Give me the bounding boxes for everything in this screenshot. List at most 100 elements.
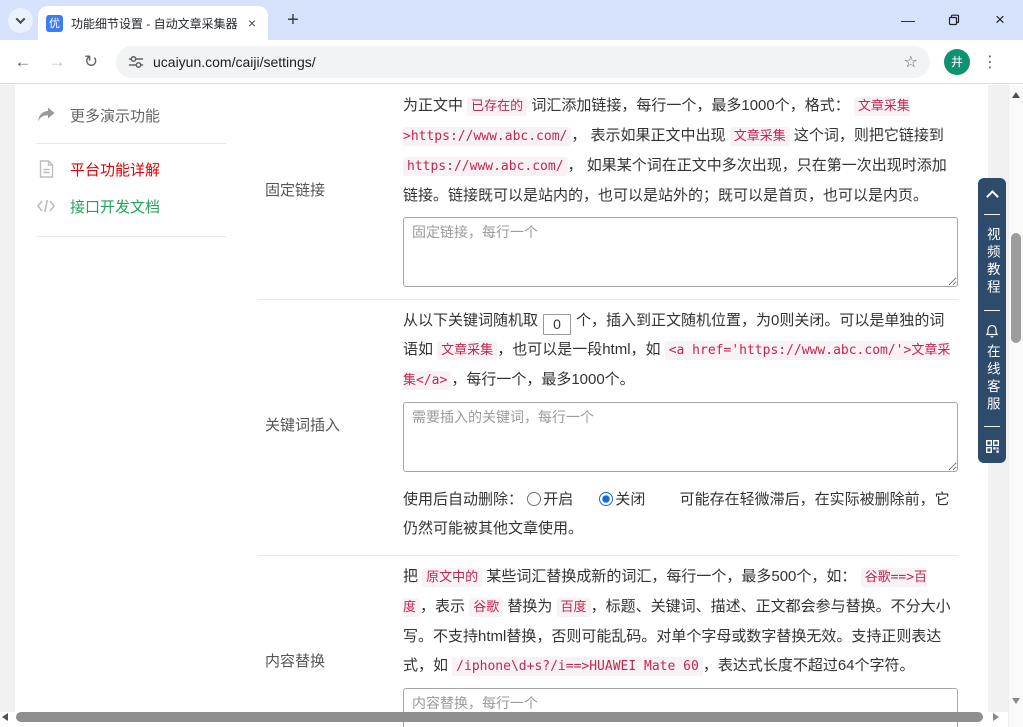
tab-title: 功能细节设置 - 自动文章采集器	[71, 16, 238, 31]
description-text: 词汇添加链接，每行一个，最多1000个，格式：	[527, 97, 854, 114]
chevron-up-icon	[985, 190, 999, 203]
description-text: ，每行一个，最多1000个。	[451, 371, 635, 388]
browser-menu-icon[interactable]: ⋮	[980, 52, 1000, 72]
page-content: 更多演示功能 平台功能详解 接口开发文档 固定链接 为正文中 已存在的 词汇添加…	[0, 85, 1023, 727]
highlighted-code-text: 原文中的	[422, 568, 483, 587]
sidebar-item-api-docs[interactable]: 接口开发文档	[36, 194, 226, 218]
profile-avatar[interactable]: 井	[944, 48, 970, 75]
description-text: 这个词，则把它链接到	[789, 127, 944, 144]
radio-option-enable[interactable]: 开启	[527, 491, 577, 508]
back-button[interactable]: ←	[10, 52, 36, 72]
fixed-links-textarea[interactable]	[403, 217, 958, 287]
highlighted-code-text: 文章采集	[729, 127, 790, 146]
online-service-label: 在线客服	[984, 343, 1000, 414]
site-favicon: 优	[46, 14, 63, 32]
radio-option-disable[interactable]: 关闭	[599, 491, 649, 508]
tab-close-icon[interactable]: ×	[244, 15, 260, 31]
qrcode-icon	[985, 439, 999, 453]
auto-delete-label: 使用后自动删除：	[403, 491, 524, 508]
horizontal-scrollbar[interactable]	[0, 712, 1008, 722]
scroll-up-arrow[interactable]	[1012, 92, 1020, 98]
radio-on-icon[interactable]	[599, 492, 614, 506]
highlighted-code-text: 谷歌	[469, 598, 504, 617]
bookmark-star-icon[interactable]: ☆	[904, 52, 918, 72]
description-text: ， 表示如果正文中出现	[571, 127, 730, 144]
scroll-right-arrow[interactable]	[993, 713, 999, 721]
sidebar-divider	[36, 143, 226, 144]
sidebar-item-more-demos[interactable]: 更多演示功能	[36, 103, 226, 127]
radio-off-icon[interactable]	[527, 492, 542, 506]
panel-divider	[984, 426, 1000, 428]
scroll-left-arrow[interactable]	[2, 713, 8, 721]
description-text: ，表示	[420, 598, 470, 615]
browser-titlebar: 优 功能细节设置 - 自动文章采集器 × + — ×	[0, 0, 1023, 40]
radio-label[interactable]: 关闭	[615, 491, 645, 508]
url-text[interactable]: ucaiyun.com/caiji/settings/	[153, 54, 904, 70]
scroll-down-arrow[interactable]	[1012, 698, 1020, 704]
section-keyword-insert: 关键词插入 从以下关键词随机取个，插入到正文随机位置，为0则关闭。可以是单独的词…	[258, 300, 958, 556]
back-to-top-button[interactable]	[985, 190, 999, 203]
document-icon	[36, 160, 56, 178]
section-content-replace: 内容替换 把 原文中的 某些词汇替换成新的词汇，每行一个，最多500个，如： 谷…	[258, 556, 958, 727]
online-service-button[interactable]: 在线客服	[984, 324, 1000, 414]
forward-button: →	[48, 51, 66, 71]
description-text: 为正文中	[403, 97, 468, 114]
panel-divider	[984, 213, 1000, 215]
sidebar-item-label: 接口开发文档	[70, 198, 161, 216]
sidebar-item-platform-features[interactable]: 平台功能详解	[36, 157, 226, 181]
keyword-count-input[interactable]	[543, 313, 572, 335]
section-content: 把 原文中的 某些词汇替换成新的词汇，每行一个，最多500个，如： 谷歌==>百…	[403, 562, 958, 727]
sidebar-item-label: 平台功能详解	[70, 161, 161, 179]
radio-label[interactable]: 开启	[543, 491, 573, 508]
vertical-scrollbar[interactable]	[1008, 85, 1023, 727]
settings-form: 固定链接 为正文中 已存在的 词汇添加链接，每行一个，最多1000个，格式： 文…	[258, 85, 958, 727]
browser-toolbar: ← → ↻ ucaiyun.com/caiji/settings/ ☆ 井 ⋮	[0, 40, 1023, 84]
section-description: 把 原文中的 某些词汇替换成新的词汇，每行一个，最多500个，如： 谷歌==>百…	[403, 562, 958, 681]
section-content: 从以下关键词随机取个，插入到正文随机位置，为0则关闭。可以是单独的词语如 文章采…	[403, 306, 958, 543]
sidebar-item-label: 更多演示功能	[70, 107, 161, 125]
floating-side-panel: 视频教程 在线客服	[978, 178, 1006, 463]
address-bar[interactable]: ucaiyun.com/caiji/settings/ ☆	[116, 45, 930, 78]
section-description: 从以下关键词随机取个，插入到正文随机位置，为0则关闭。可以是单独的词语如 文章采…	[403, 306, 958, 395]
share-arrow-icon	[36, 107, 56, 123]
window-controls: — ×	[885, 0, 1023, 40]
vertical-scrollbar-thumb[interactable]	[1011, 233, 1021, 343]
section-content: 为正文中 已存在的 词汇添加链接，每行一个，最多1000个，格式： 文章采集>h…	[403, 91, 958, 287]
tab-search-button[interactable]	[8, 8, 33, 33]
auto-delete-row: 使用后自动删除： 开启 关闭 可能存在轻微滞后，在实际被删除前，它仍然可能被其他…	[403, 485, 958, 543]
video-tutorial-button[interactable]: 视频教程	[984, 227, 1000, 298]
highlighted-code-text: 文章采集	[437, 341, 498, 360]
video-tutorial-label: 视频教程	[984, 227, 1000, 298]
horizontal-scrollbar-thumb[interactable]	[16, 712, 983, 722]
site-settings-icon	[128, 55, 144, 68]
section-description: 为正文中 已存在的 词汇添加链接，每行一个，最多1000个，格式： 文章采集>h…	[403, 91, 958, 210]
sidebar: 更多演示功能 平台功能详解 接口开发文档	[36, 85, 226, 237]
description-text: 替换为	[503, 598, 557, 615]
reload-button[interactable]: ↻	[78, 52, 104, 72]
restore-icon	[948, 14, 960, 26]
browser-tab[interactable]: 优 功能细节设置 - 自动文章采集器 ×	[38, 6, 268, 40]
description-text: 从以下关键词随机取	[403, 312, 539, 329]
code-icon	[36, 199, 56, 213]
section-label: 内容替换	[265, 652, 326, 670]
section-label: 关键词插入	[265, 417, 341, 434]
close-button[interactable]: ×	[977, 0, 1023, 40]
qrcode-button[interactable]	[985, 439, 999, 453]
description-text: ，表达式长度不超过64个字符。	[702, 657, 915, 674]
page-left-gutter	[0, 85, 15, 712]
section-label: 固定链接	[265, 181, 326, 199]
sidebar-divider	[36, 236, 226, 237]
highlighted-code-text: https://www.abc.com/	[403, 157, 568, 176]
highlighted-code-text: /iphone\d+s?/i==>HUAWEI Mate 60	[452, 657, 703, 676]
highlighted-code-text: 百度	[556, 598, 591, 617]
section-fixed-links: 固定链接 为正文中 已存在的 词汇添加链接，每行一个，最多1000个，格式： 文…	[258, 85, 958, 300]
minimize-button[interactable]: —	[885, 0, 931, 40]
description-text: 某些词汇替换成新的词汇，每行一个，最多500个，如：	[482, 568, 861, 585]
bell-icon	[985, 324, 999, 338]
panel-divider	[984, 309, 1000, 311]
description-text: ，也可以是一段html，如	[497, 341, 665, 358]
chevron-down-icon	[15, 14, 26, 25]
keywords-textarea[interactable]	[403, 402, 958, 472]
restore-button[interactable]	[931, 0, 977, 40]
new-tab-button[interactable]: +	[280, 7, 306, 33]
